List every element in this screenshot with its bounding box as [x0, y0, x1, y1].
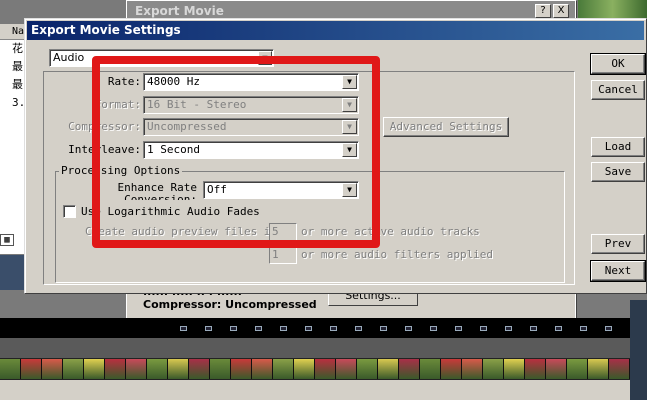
prev-button[interactable]: Prev	[591, 234, 645, 254]
timeline-marker	[455, 326, 462, 331]
film-frame	[84, 359, 105, 379]
film-frame	[546, 359, 567, 379]
highlight-box	[92, 56, 380, 248]
film-frame	[168, 359, 189, 379]
timeline-marker	[280, 326, 287, 331]
film-frame	[147, 359, 168, 379]
scroll-edge	[630, 300, 647, 400]
film-frame	[399, 359, 420, 379]
timeline-marker	[430, 326, 437, 331]
compressor-summary: Compressor: Uncompressed	[143, 298, 317, 311]
film-frame	[63, 359, 84, 379]
timeline-marker	[305, 326, 312, 331]
film-frame	[210, 359, 231, 379]
film-frame	[0, 359, 21, 379]
status-area	[0, 380, 647, 400]
film-frame	[378, 359, 399, 379]
close-button[interactable]: X	[553, 4, 569, 18]
film-frame	[441, 359, 462, 379]
timeline-marker	[580, 326, 587, 331]
film-frame	[504, 359, 525, 379]
ok-button[interactable]: OK	[590, 53, 646, 75]
film-frame	[588, 359, 609, 379]
timeline-marker	[230, 326, 237, 331]
film-frame	[483, 359, 504, 379]
timeline-track-gap	[0, 338, 630, 358]
film-frame	[525, 359, 546, 379]
film-frame	[315, 359, 336, 379]
load-button[interactable]: Load	[591, 137, 645, 157]
cancel-button[interactable]: Cancel	[591, 80, 645, 100]
film-frame	[609, 359, 630, 379]
video-filmstrip[interactable]	[0, 358, 630, 380]
advanced-settings-button[interactable]: Advanced Settings	[383, 117, 509, 137]
film-frame	[126, 359, 147, 379]
dialog-title: Export Movie Settings	[27, 21, 644, 40]
timeline-marker	[355, 326, 362, 331]
timeline-marker	[330, 326, 337, 331]
help-button[interactable]: ?	[535, 4, 551, 18]
timeline-marker	[605, 326, 612, 331]
film-frame	[105, 359, 126, 379]
timeline-ruler[interactable]	[0, 318, 630, 338]
film-frame	[357, 359, 378, 379]
film-frame	[189, 359, 210, 379]
timeline-marker	[180, 326, 187, 331]
film-frame	[21, 359, 42, 379]
settings-category-value: Audio	[53, 51, 85, 64]
next-button[interactable]: Next	[590, 260, 646, 282]
timeline-marker	[205, 326, 212, 331]
timeline-marker	[405, 326, 412, 331]
log-fades-checkbox[interactable]	[63, 205, 76, 218]
timeline-marker	[530, 326, 537, 331]
film-frame	[567, 359, 588, 379]
film-frame	[252, 359, 273, 379]
timeline-marker	[255, 326, 262, 331]
film-frame	[42, 359, 63, 379]
filters-suffix: or more audio filters applied	[301, 248, 494, 261]
timeline-marker	[555, 326, 562, 331]
film-frame	[462, 359, 483, 379]
timeline-marker	[380, 326, 387, 331]
film-frame	[231, 359, 252, 379]
film-frame	[336, 359, 357, 379]
film-frame	[273, 359, 294, 379]
timeline-marker	[505, 326, 512, 331]
timeline-marker	[480, 326, 487, 331]
grid-view-icon[interactable]: ▦	[0, 234, 14, 246]
filters-count-input[interactable]: 1	[269, 246, 297, 264]
film-frame	[420, 359, 441, 379]
film-frame	[294, 359, 315, 379]
save-button[interactable]: Save	[591, 162, 645, 182]
